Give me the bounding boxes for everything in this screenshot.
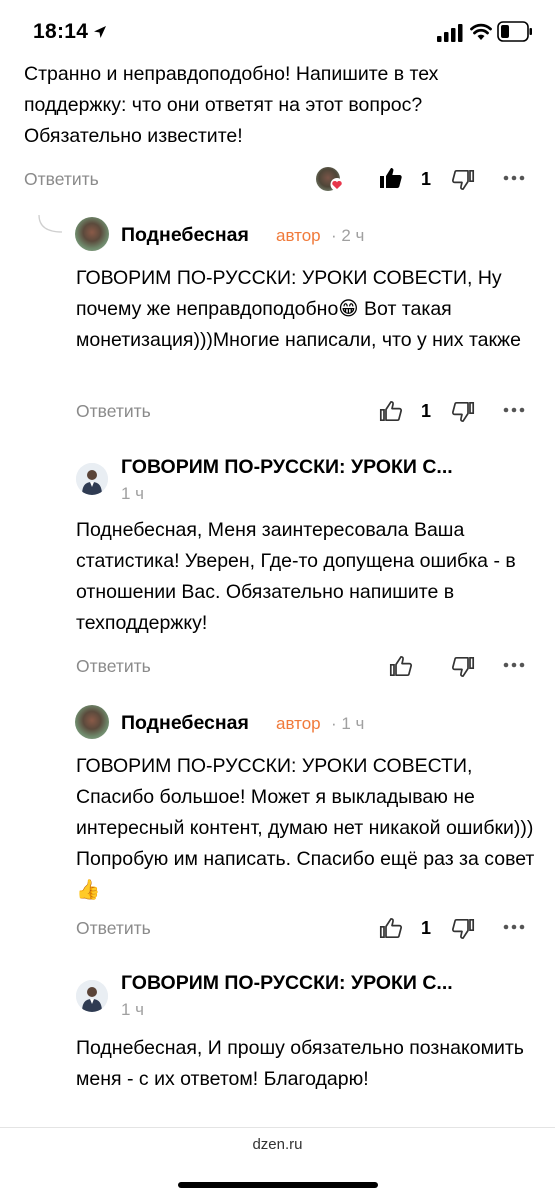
author-name[interactable]: ГОВОРИМ ПО-РУССКИ: УРОКИ С... [121,456,453,479]
author-name[interactable]: Поднебесная [121,224,249,247]
comment-text: Поднебесная, Меня заинтересовала Ваша ст… [76,519,516,634]
site-url[interactable]: dzen.ru [0,1136,555,1153]
more-options-icon[interactable] [503,406,525,414]
cellular-signal-icon [437,24,463,42]
reply-button[interactable]: Ответить [76,401,151,422]
comment-time: · 2 ч [331,226,365,245]
avatar[interactable] [76,463,108,495]
avatar[interactable] [76,980,108,1012]
footer-divider [0,1127,555,1128]
author-name[interactable]: Поднебесная [121,712,249,735]
reply-button[interactable]: Ответить [76,918,151,939]
heart-icon [330,178,344,191]
more-options-icon[interactable] [503,174,525,182]
comment-text: Поднебесная, И прошу обязательно познако… [76,1037,524,1090]
comment-time: · 1 ч [331,714,365,733]
dislike-icon[interactable] [451,400,475,424]
like-count: 1 [421,401,432,421]
dislike-icon[interactable] [451,168,475,192]
like-filled-icon[interactable] [379,166,403,190]
like-icon[interactable] [379,399,403,423]
status-bar: 18:14 [0,0,555,62]
more-options-icon[interactable] [503,661,525,669]
comment-time: 1 ч [121,1000,145,1019]
dislike-icon[interactable] [451,917,475,941]
like-icon[interactable] [379,916,403,940]
home-indicator[interactable] [178,1182,378,1188]
avatar[interactable] [75,705,109,739]
person-portrait-icon [76,980,108,1012]
author-badge: автор [276,226,321,245]
reply-button[interactable]: Ответить [76,656,151,677]
comment-text: ГОВОРИМ ПО-РУССКИ: УРОКИ СОВЕСТИ, Ну поч… [76,267,521,351]
battery-icon [497,21,532,42]
dislike-icon[interactable] [451,655,475,679]
person-portrait-icon [76,463,108,495]
like-count: 1 [421,918,432,938]
like-count: 1 [421,169,432,189]
reply-button[interactable]: Ответить [24,169,99,190]
status-time: 18:14 [33,20,89,43]
author-name[interactable]: ГОВОРИМ ПО-РУССКИ: УРОКИ С... [121,972,453,995]
author-badge: автор [276,714,321,733]
comment-time: 1 ч [121,484,145,503]
more-options-icon[interactable] [503,923,525,931]
location-arrow-icon [94,26,106,38]
thread-connector [38,214,63,233]
like-icon[interactable] [389,654,413,678]
comment-text: ГОВОРИМ ПО-РУССКИ: УРОКИ СОВЕСТИ, Спасиб… [76,755,535,901]
avatar[interactable] [75,217,109,251]
comment-text: Странно и неправдоподобно! Напишите в те… [24,63,439,147]
wifi-icon [470,23,492,40]
